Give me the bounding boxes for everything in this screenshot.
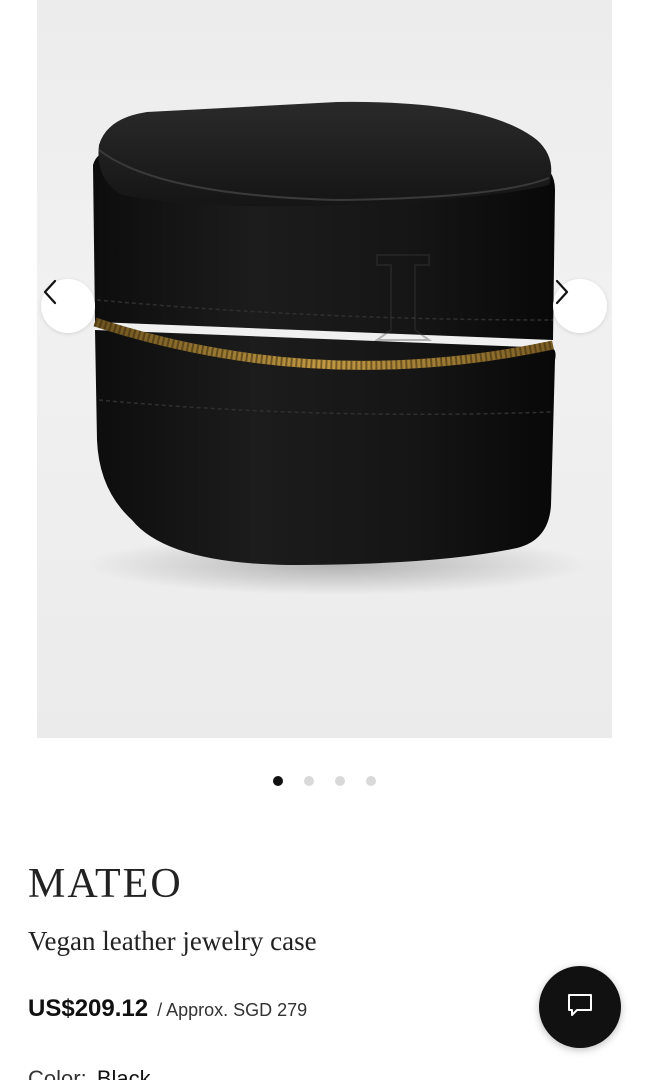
- previous-image-button[interactable]: [41, 279, 95, 333]
- chat-button[interactable]: [539, 966, 621, 1048]
- product-image: [87, 101, 587, 595]
- product-price: US$209.12: [28, 995, 149, 1022]
- brand-name[interactable]: MATEO: [28, 860, 183, 908]
- product-image-gallery[interactable]: [37, 0, 612, 738]
- gallery-pagination: [0, 776, 648, 786]
- color-value: Black: [96, 1066, 151, 1080]
- next-image-button[interactable]: [553, 279, 607, 333]
- pagination-dot[interactable]: [303, 776, 314, 786]
- product-title: Vegan leather jewelry case: [28, 926, 317, 956]
- approx-price: / Approx. SGD 279: [157, 1000, 308, 1020]
- pagination-dot[interactable]: [272, 776, 283, 786]
- price-row: US$209.12 / Approx. SGD 279: [28, 995, 307, 1023]
- color-label: Color:: [28, 1066, 87, 1080]
- pagination-dot[interactable]: [365, 776, 376, 786]
- chat-bubble-icon: [567, 993, 593, 1022]
- product-page: MATEO Vegan leather jewelry case US$209.…: [0, 0, 648, 1080]
- pagination-dot[interactable]: [334, 776, 345, 786]
- color-row: Color: Black: [28, 1066, 151, 1080]
